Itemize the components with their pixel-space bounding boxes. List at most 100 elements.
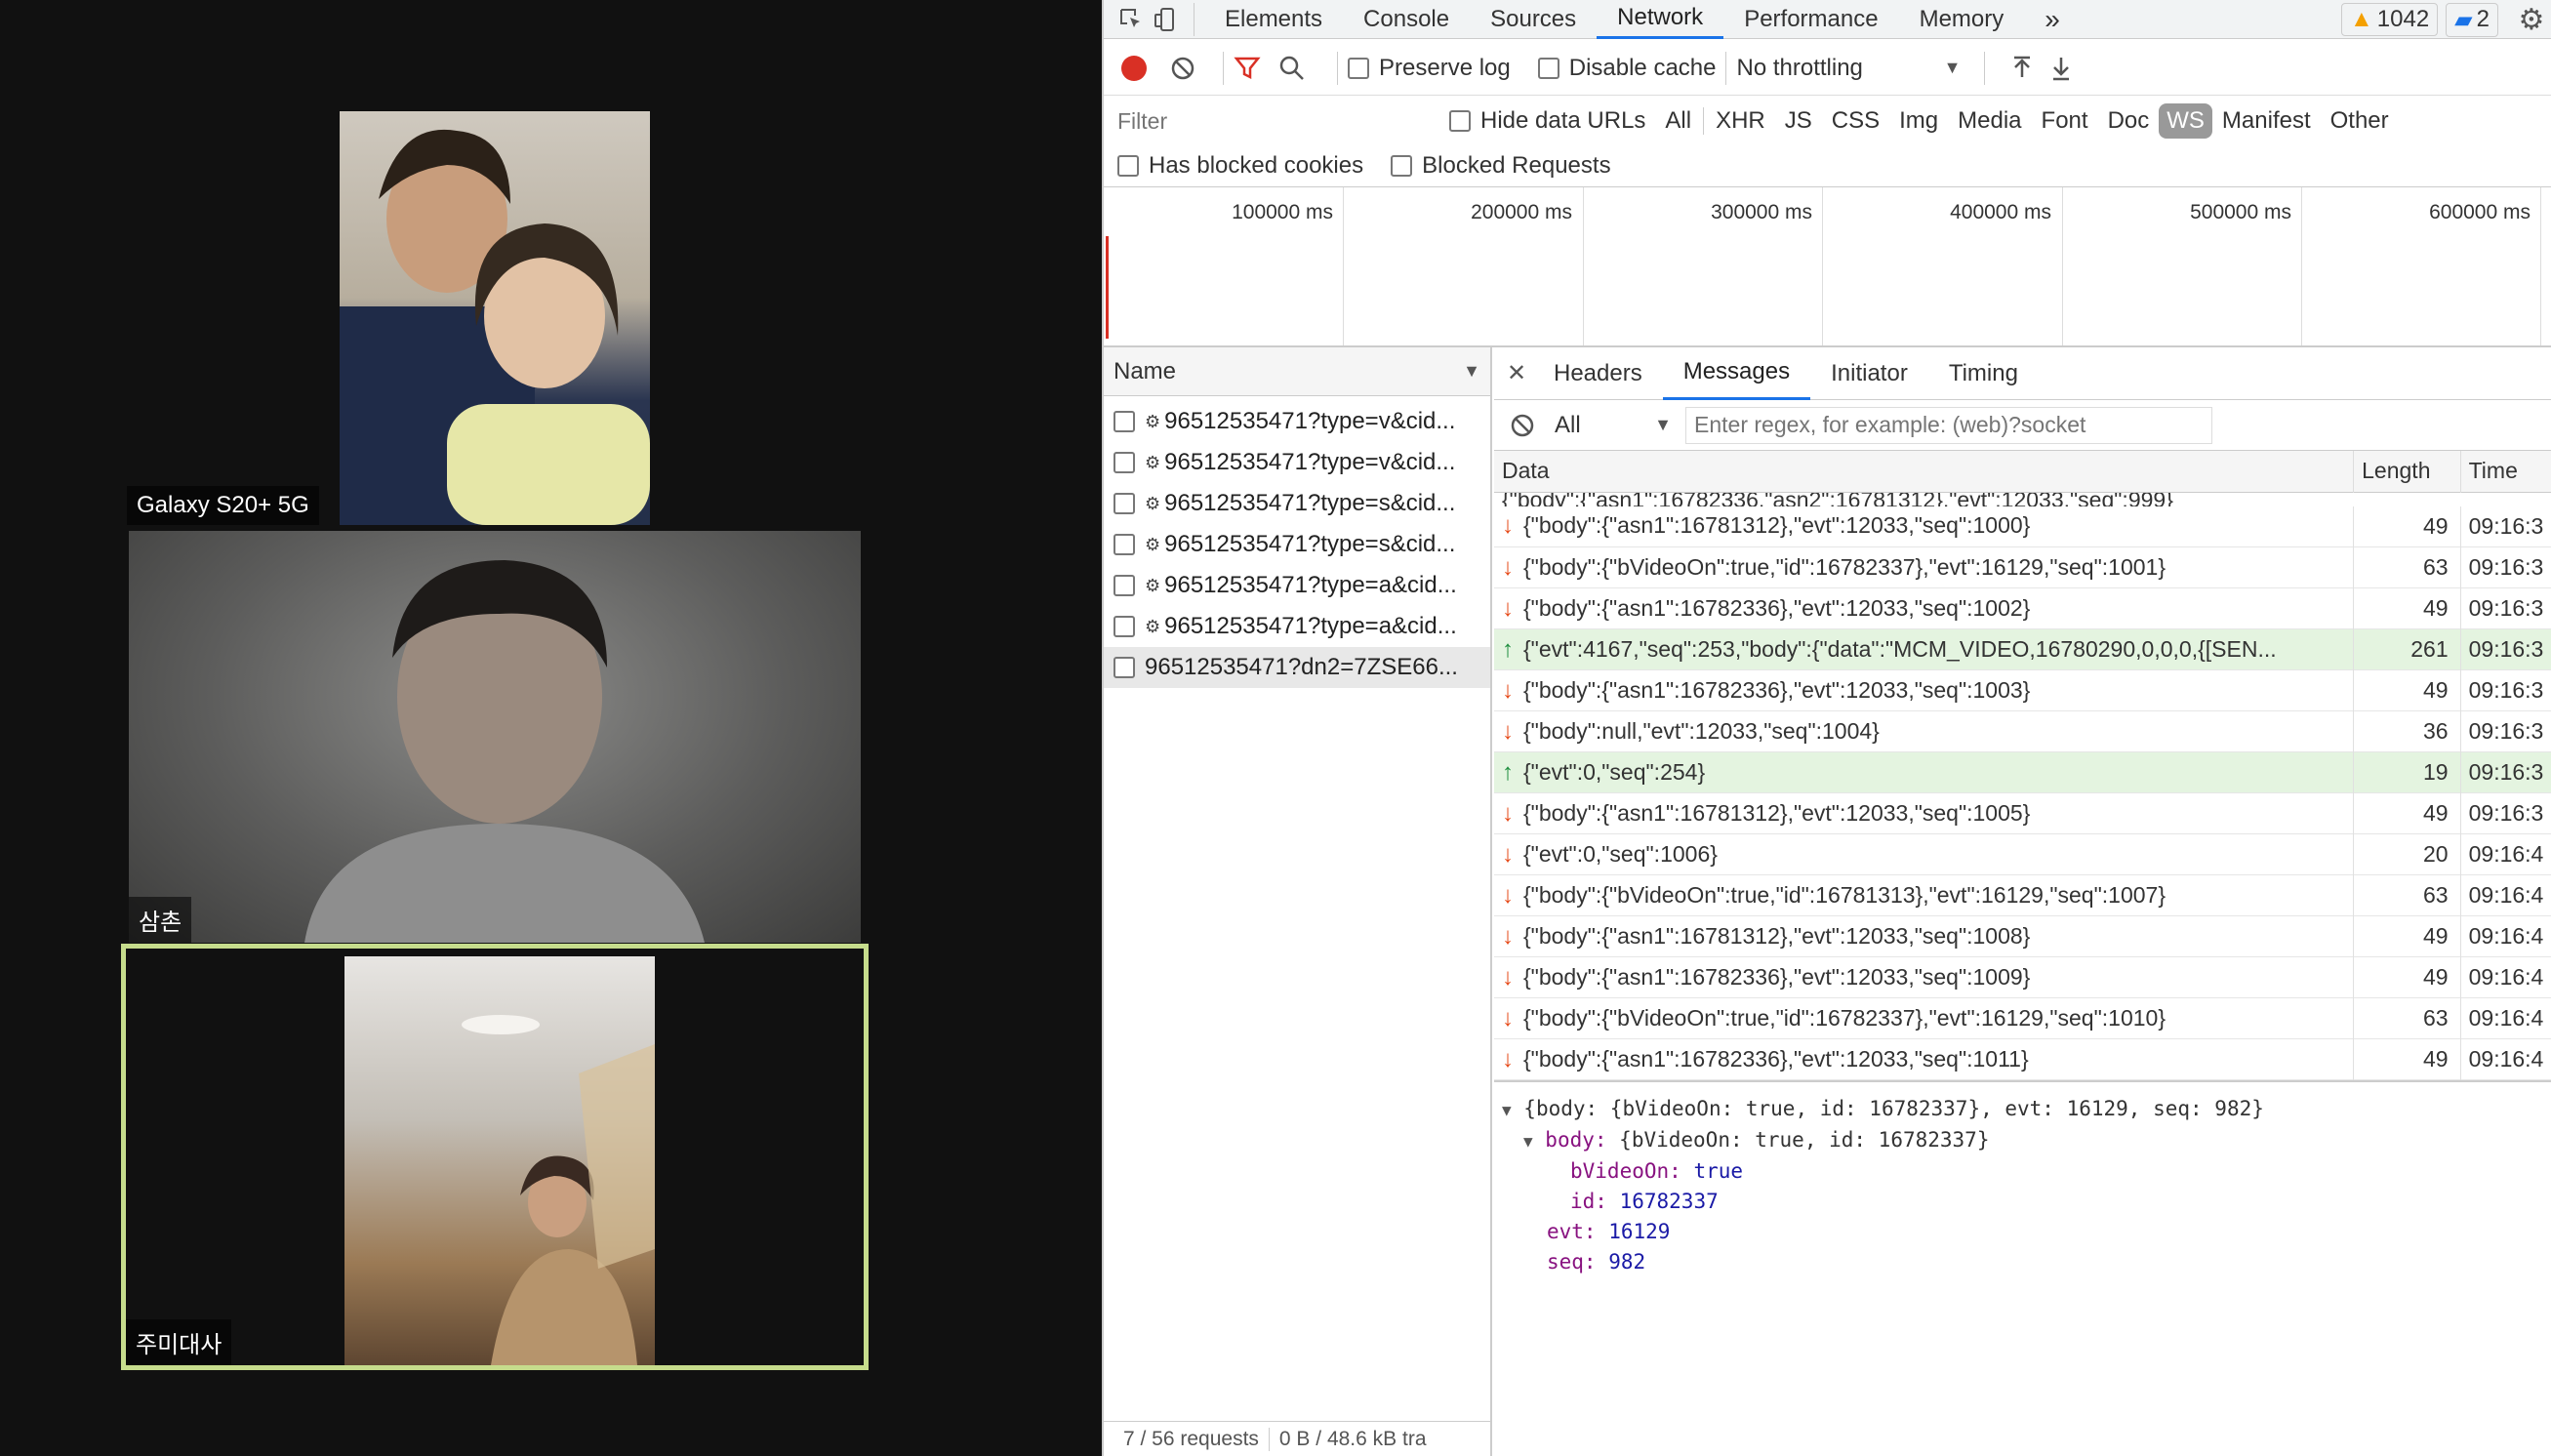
- export-har-icon[interactable]: [2049, 56, 2073, 81]
- tab-timing[interactable]: Timing: [1928, 347, 2039, 400]
- request-checkbox[interactable]: [1114, 493, 1135, 514]
- tab-memory[interactable]: Memory: [1899, 0, 2025, 39]
- hide-data-urls-label: Hide data URLs: [1480, 107, 1646, 134]
- warning-icon: ▲: [2350, 6, 2373, 32]
- type-filter-img[interactable]: Img: [1889, 107, 1948, 135]
- message-regex-input[interactable]: [1685, 406, 2212, 444]
- import-har-icon[interactable]: [2010, 56, 2034, 81]
- message-type-select[interactable]: All ▼: [1555, 412, 1672, 439]
- request-checkbox[interactable]: [1114, 616, 1135, 637]
- received-arrow-icon: ↓: [1502, 1004, 1514, 1031]
- type-filter-ws[interactable]: WS: [2159, 103, 2212, 139]
- timeline-overview[interactable]: 100000 ms 200000 ms 300000 ms 400000 ms …: [1104, 187, 2551, 347]
- device-toolbar-icon[interactable]: [1149, 7, 1184, 32]
- filter-input[interactable]: [1104, 102, 1432, 140]
- message-row[interactable]: ↓ {"body":{"asn1":16782336},"evt":12033,"…: [1494, 956, 2551, 998]
- preview-body[interactable]: ▼ body: {bVideoOn: true, id: 16782337}: [1502, 1125, 2551, 1156]
- more-tabs-button[interactable]: »: [2024, 0, 2081, 39]
- tab-performance[interactable]: Performance: [1723, 0, 1898, 39]
- request-row[interactable]: ⚙ 96512535471?type=s&cid...: [1104, 483, 1490, 524]
- search-icon[interactable]: [1278, 55, 1306, 82]
- message-row[interactable]: ↓ {"body":{"bVideoOn":true,"id":16782337}…: [1494, 997, 2551, 1039]
- tab-initiator[interactable]: Initiator: [1810, 347, 1928, 400]
- partial-row: {"body":{"asn1":16782336,"asn2":16781312…: [1494, 492, 2551, 506]
- request-checkbox[interactable]: [1114, 534, 1135, 555]
- participant-tile-3-active[interactable]: 주미대사: [121, 944, 869, 1370]
- type-filter-manifest[interactable]: Manifest: [2212, 107, 2321, 135]
- participant-name-1: Galaxy S20+ 5G: [127, 486, 319, 525]
- message-row[interactable]: ↓ {"body":{"bVideoOn":true,"id":16781313}…: [1494, 874, 2551, 916]
- message-time: 09:16:4: [2468, 1046, 2544, 1072]
- request-row[interactable]: ⚙ 96512535471?type=a&cid...: [1104, 606, 1490, 647]
- people-figure: [340, 129, 650, 525]
- tab-elements[interactable]: Elements: [1204, 0, 1343, 39]
- record-button[interactable]: [1121, 55, 1147, 81]
- request-checkbox[interactable]: [1114, 657, 1135, 678]
- blocked-requests-checkbox[interactable]: [1391, 154, 1413, 177]
- disable-cache-checkbox[interactable]: [1537, 57, 1559, 79]
- settings-gear-icon[interactable]: ⚙: [2512, 3, 2551, 37]
- participant-tile-2[interactable]: 삼촌: [129, 531, 861, 943]
- request-checkbox[interactable]: [1114, 411, 1135, 432]
- tab-sources[interactable]: Sources: [1470, 0, 1597, 39]
- tab-console[interactable]: Console: [1343, 0, 1470, 39]
- messages-badge[interactable]: ▰ 2: [2446, 2, 2498, 37]
- received-arrow-icon: ↓: [1502, 594, 1514, 622]
- type-filter-font[interactable]: Font: [2032, 107, 2098, 135]
- message-data: {"body":{"bVideoOn":true,"id":16781313},…: [1523, 881, 2166, 908]
- request-checkbox[interactable]: [1114, 575, 1135, 596]
- message-row[interactable]: ↓ {"body":{"asn1":16782336},"evt":12033,"…: [1494, 1038, 2551, 1080]
- type-filter-other[interactable]: Other: [2321, 107, 2399, 135]
- type-filter-doc[interactable]: Doc: [2098, 107, 2160, 135]
- hide-data-urls-checkbox[interactable]: [1449, 110, 1471, 132]
- message-data: {"body":{"asn1":16781312},"evt":12033,"s…: [1523, 799, 2031, 826]
- has-blocked-cookies-checkbox[interactable]: [1117, 154, 1139, 177]
- request-list: ⚙ 96512535471?type=v&cid... ⚙ 96512535471?t…: [1104, 396, 1490, 688]
- message-row[interactable]: ↓ {"body":{"asn1":16781312},"evt":12033,"…: [1494, 792, 2551, 834]
- message-row[interactable]: ↓ {"body":{"asn1":16782336},"evt":12033,"…: [1494, 587, 2551, 629]
- name-column-header[interactable]: Name ▼: [1104, 347, 1490, 396]
- tab-headers[interactable]: Headers: [1533, 347, 1663, 400]
- clear-icon[interactable]: [1170, 56, 1195, 81]
- type-filter-media[interactable]: Media: [1948, 107, 2031, 135]
- preview-root[interactable]: ▼ {body: {bVideoOn: true, id: 16782337},…: [1502, 1094, 2551, 1125]
- preserve-log-checkbox[interactable]: [1348, 57, 1369, 79]
- filter-icon[interactable]: [1234, 55, 1261, 82]
- message-row[interactable]: ↑ {"evt":0,"seq":254} 19 09:16:3: [1494, 751, 2551, 793]
- message-row[interactable]: ↓ {"body":{"bVideoOn":true,"id":16782337}…: [1494, 546, 2551, 588]
- message-row[interactable]: ↓ {"evt":0,"seq":1006} 20 09:16:4: [1494, 833, 2551, 875]
- message-row[interactable]: ↓ {"body":{"asn1":16781312},"evt":12033,"…: [1494, 506, 2551, 547]
- warnings-badge[interactable]: ▲ 1042: [2341, 3, 2439, 36]
- request-row[interactable]: ⚙ 96512535471?type=v&cid...: [1104, 442, 1490, 483]
- sort-arrow-icon: ▼: [1463, 361, 1480, 381]
- request-checkbox[interactable]: [1114, 452, 1135, 473]
- data-column-header[interactable]: Data: [1494, 451, 2355, 492]
- time-column-header[interactable]: Time: [2460, 451, 2551, 492]
- participant-tile-1[interactable]: Galaxy S20+ 5G: [127, 107, 869, 525]
- participant-video-2: [129, 531, 861, 943]
- message-row[interactable]: ↓ {"body":{"asn1":16782336},"evt":12033,"…: [1494, 669, 2551, 711]
- request-row[interactable]: ⚙ 96512535471?type=s&cid...: [1104, 524, 1490, 565]
- tab-messages[interactable]: Messages: [1662, 347, 1811, 400]
- length-column-header[interactable]: Length: [2353, 451, 2461, 492]
- message-length: 49: [2353, 956, 2461, 998]
- request-row[interactable]: ⚙ 96512535471?type=a&cid...: [1104, 565, 1490, 606]
- inspect-element-icon[interactable]: [1114, 7, 1149, 32]
- type-filter-css[interactable]: CSS: [1822, 107, 1889, 135]
- message-row[interactable]: ↓ {"body":{"asn1":16781312},"evt":12033,"…: [1494, 915, 2551, 957]
- partial-row-text: {"body":{"asn1":16782336,"asn2":16781312…: [1502, 492, 2173, 506]
- type-filter-js[interactable]: JS: [1775, 107, 1822, 135]
- tab-network[interactable]: Network: [1597, 0, 1724, 39]
- timeline-label: 600000 ms: [2429, 201, 2531, 223]
- request-row[interactable]: ⚙ 96512535471?type=v&cid...: [1104, 401, 1490, 442]
- throttling-select[interactable]: No throttling ▼: [1736, 55, 1961, 82]
- clear-messages-icon[interactable]: [1510, 413, 1535, 438]
- type-filter-xhr[interactable]: XHR: [1706, 107, 1775, 135]
- message-row[interactable]: ↓ {"body":null,"evt":12033,"seq":1004} 36 0…: [1494, 710, 2551, 752]
- request-row[interactable]: 96512535471?dn2=7ZSE66...: [1104, 647, 1490, 688]
- request-name: 96512535471?type=v&cid...: [1164, 408, 1456, 434]
- websocket-gear-icon: ⚙: [1145, 534, 1161, 554]
- message-row[interactable]: ↑ {"evt":4167,"seq":253,"body":{"data":"M…: [1494, 628, 2551, 670]
- close-detail-icon[interactable]: ✕: [1500, 359, 1533, 387]
- type-filter-all[interactable]: All: [1655, 107, 1701, 135]
